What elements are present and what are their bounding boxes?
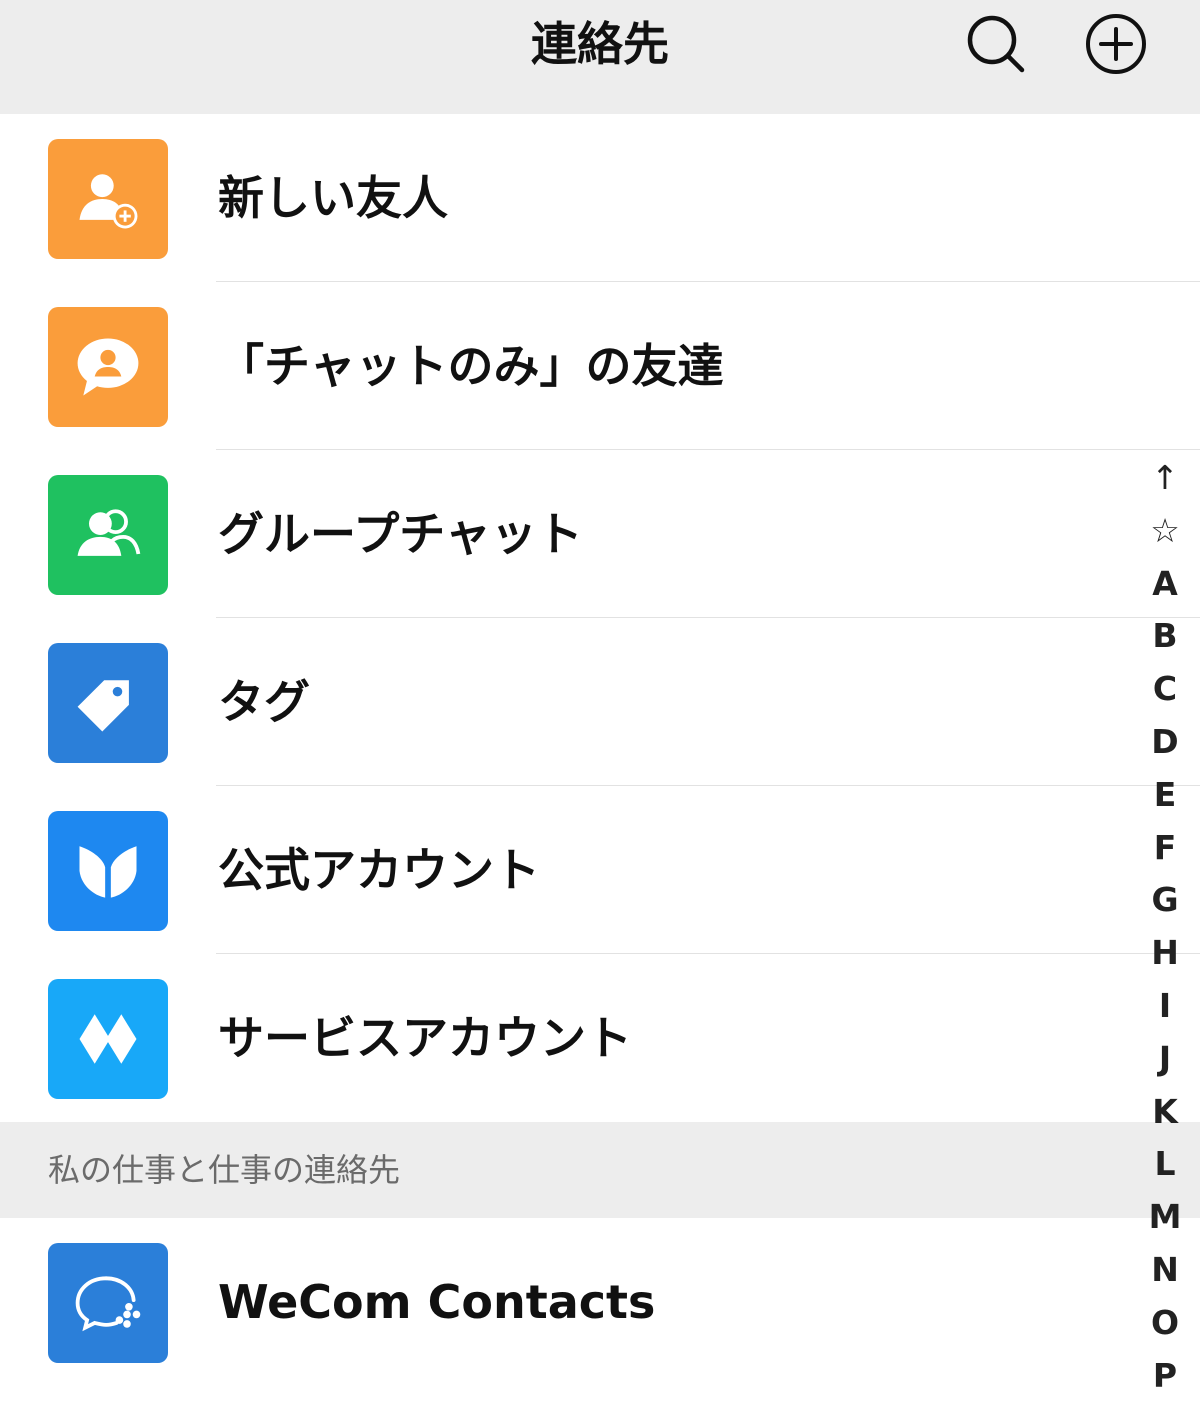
group-icon — [77, 509, 141, 556]
index-item-l[interactable]: L — [1130, 1138, 1200, 1191]
menu-item-official-accounts[interactable]: 公式アカウント — [0, 786, 1200, 954]
menu-item-label: サービスアカウント — [218, 1011, 632, 1065]
icon-tile — [48, 307, 168, 427]
section-label: 私の仕事と仕事の連絡先 — [48, 1151, 401, 1189]
index-item-d[interactable]: D — [1130, 716, 1200, 769]
icon-tile — [48, 475, 168, 595]
menu-item-label: グループチャット — [218, 507, 583, 561]
wecom-icon — [75, 1276, 141, 1332]
index-item-star[interactable]: ☆ — [1130, 505, 1200, 558]
icon-tile — [48, 1243, 168, 1363]
add-friend-icon — [79, 174, 138, 229]
index-item-p[interactable]: P — [1130, 1350, 1200, 1402]
chat-person-icon — [77, 338, 139, 396]
menu-item-new-friends[interactable]: 新しい友人 — [0, 114, 1200, 282]
top-bar: 連絡先 — [0, 0, 1200, 114]
index-item-m[interactable]: M — [1130, 1191, 1200, 1244]
index-item-n[interactable]: N — [1130, 1244, 1200, 1297]
index-item-i[interactable]: I — [1130, 980, 1200, 1033]
index-item-k[interactable]: K — [1130, 1086, 1200, 1139]
index-item-g[interactable]: G — [1130, 874, 1200, 927]
index-item-b[interactable]: B — [1130, 610, 1200, 663]
index-item-a[interactable]: A — [1130, 558, 1200, 611]
menu-item-tags[interactable]: タグ — [0, 618, 1200, 786]
menu-item-wecom-contacts[interactable]: WeCom Contacts — [0, 1218, 1200, 1386]
menu-item-label: タグ — [218, 675, 310, 729]
index-item-h[interactable]: H — [1130, 927, 1200, 980]
menu-item-label: WeCom Contacts — [218, 1275, 656, 1329]
menu-item-label: 公式アカウント — [218, 843, 540, 897]
search-button[interactable] — [964, 12, 1028, 76]
index-item-j[interactable]: J — [1130, 1033, 1200, 1086]
section-header: 私の仕事と仕事の連絡先 — [0, 1122, 1200, 1218]
menu-item-service-accounts[interactable]: サービスアカウント — [0, 954, 1200, 1122]
icon-tile — [48, 979, 168, 1099]
menu-item-label: 「チャットのみ」の友達 — [218, 339, 724, 393]
add-button[interactable] — [1084, 12, 1148, 76]
service-account-icon — [79, 1014, 137, 1064]
search-icon — [967, 15, 1025, 73]
menu-item-chat-only-friends[interactable]: 「チャットのみ」の友達 — [0, 282, 1200, 450]
icon-tile — [48, 139, 168, 259]
alphabet-index[interactable]: ↑ ☆ A B C D E F G H I J K L M N O P — [1130, 452, 1200, 1402]
index-item-o[interactable]: O — [1130, 1297, 1200, 1350]
index-item-c[interactable]: C — [1130, 663, 1200, 716]
add-circle-icon — [1086, 14, 1146, 74]
index-item-f[interactable]: F — [1130, 822, 1200, 875]
menu-item-group-chats[interactable]: グループチャット — [0, 450, 1200, 618]
official-account-icon — [79, 846, 137, 898]
menu-item-label: 新しい友人 — [218, 171, 448, 225]
contacts-list: 新しい友人 「チャットのみ」の友達 グループチャット タグ 公式アカウント サー… — [0, 114, 1200, 1386]
icon-tile — [48, 643, 168, 763]
index-item-top[interactable]: ↑ — [1130, 452, 1200, 505]
tag-icon — [77, 680, 129, 732]
icon-tile — [48, 811, 168, 931]
index-item-e[interactable]: E — [1130, 769, 1200, 822]
